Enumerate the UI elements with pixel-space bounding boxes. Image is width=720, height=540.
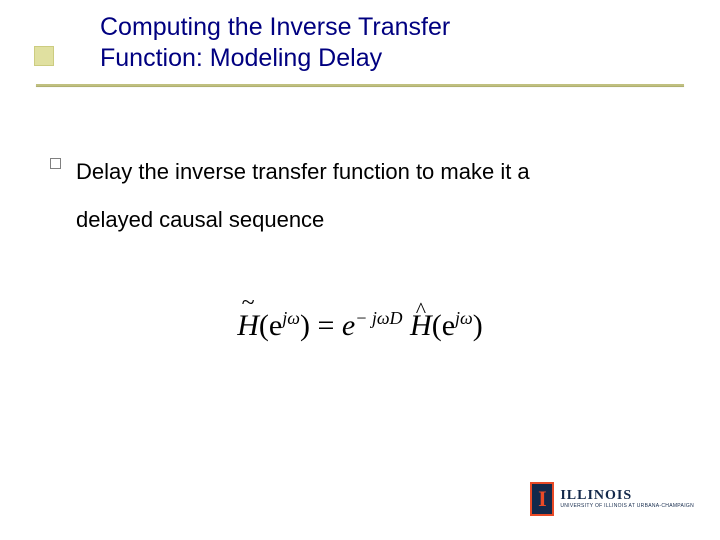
eq-equals: = bbox=[310, 309, 342, 342]
illinois-logo-letter: I bbox=[538, 486, 547, 512]
eq-rhs-arg-pre: (e bbox=[432, 309, 455, 342]
illinois-logo-block-i-icon: I bbox=[530, 482, 554, 516]
eq-rhs-arg-post: ) bbox=[473, 309, 483, 342]
title-line-1: Computing the Inverse Transfer bbox=[100, 13, 450, 41]
illinois-logo: I ILLINOIS UNIVERSITY OF ILLINOIS AT URB… bbox=[530, 482, 694, 516]
body-line-2: delayed causal sequence bbox=[76, 207, 324, 232]
bullet-icon bbox=[50, 158, 61, 169]
illinois-logo-subtitle: UNIVERSITY OF ILLINOIS AT URBANA-CHAMPAI… bbox=[560, 504, 694, 509]
title-accent-square bbox=[34, 46, 54, 66]
eq-factor-pre: e bbox=[342, 309, 355, 342]
title-underline-shadow bbox=[36, 86, 684, 87]
eq-rhs-exp: jω bbox=[455, 308, 473, 328]
eq-lhs-exp: jω bbox=[282, 308, 300, 328]
equation: H(ejω) = e− jωD H(ejω) bbox=[0, 308, 720, 343]
body-text: Delay the inverse transfer function to m… bbox=[76, 148, 676, 245]
illinois-logo-word: ILLINOIS bbox=[560, 489, 694, 503]
eq-lhs-arg-post: ) bbox=[300, 309, 310, 342]
eq-lhs-symbol: H bbox=[237, 309, 259, 343]
slide-title: Computing the Inverse Transfer Function:… bbox=[100, 12, 660, 75]
body-line-1: Delay the inverse transfer function to m… bbox=[76, 159, 530, 184]
eq-rhs-symbol: H bbox=[410, 309, 432, 343]
title-line-2: Function: Modeling Delay bbox=[100, 44, 382, 72]
eq-lhs-arg-pre: (e bbox=[259, 309, 282, 342]
illinois-logo-text: ILLINOIS UNIVERSITY OF ILLINOIS AT URBAN… bbox=[560, 489, 694, 509]
eq-factor-exp: − jωD bbox=[355, 308, 402, 328]
